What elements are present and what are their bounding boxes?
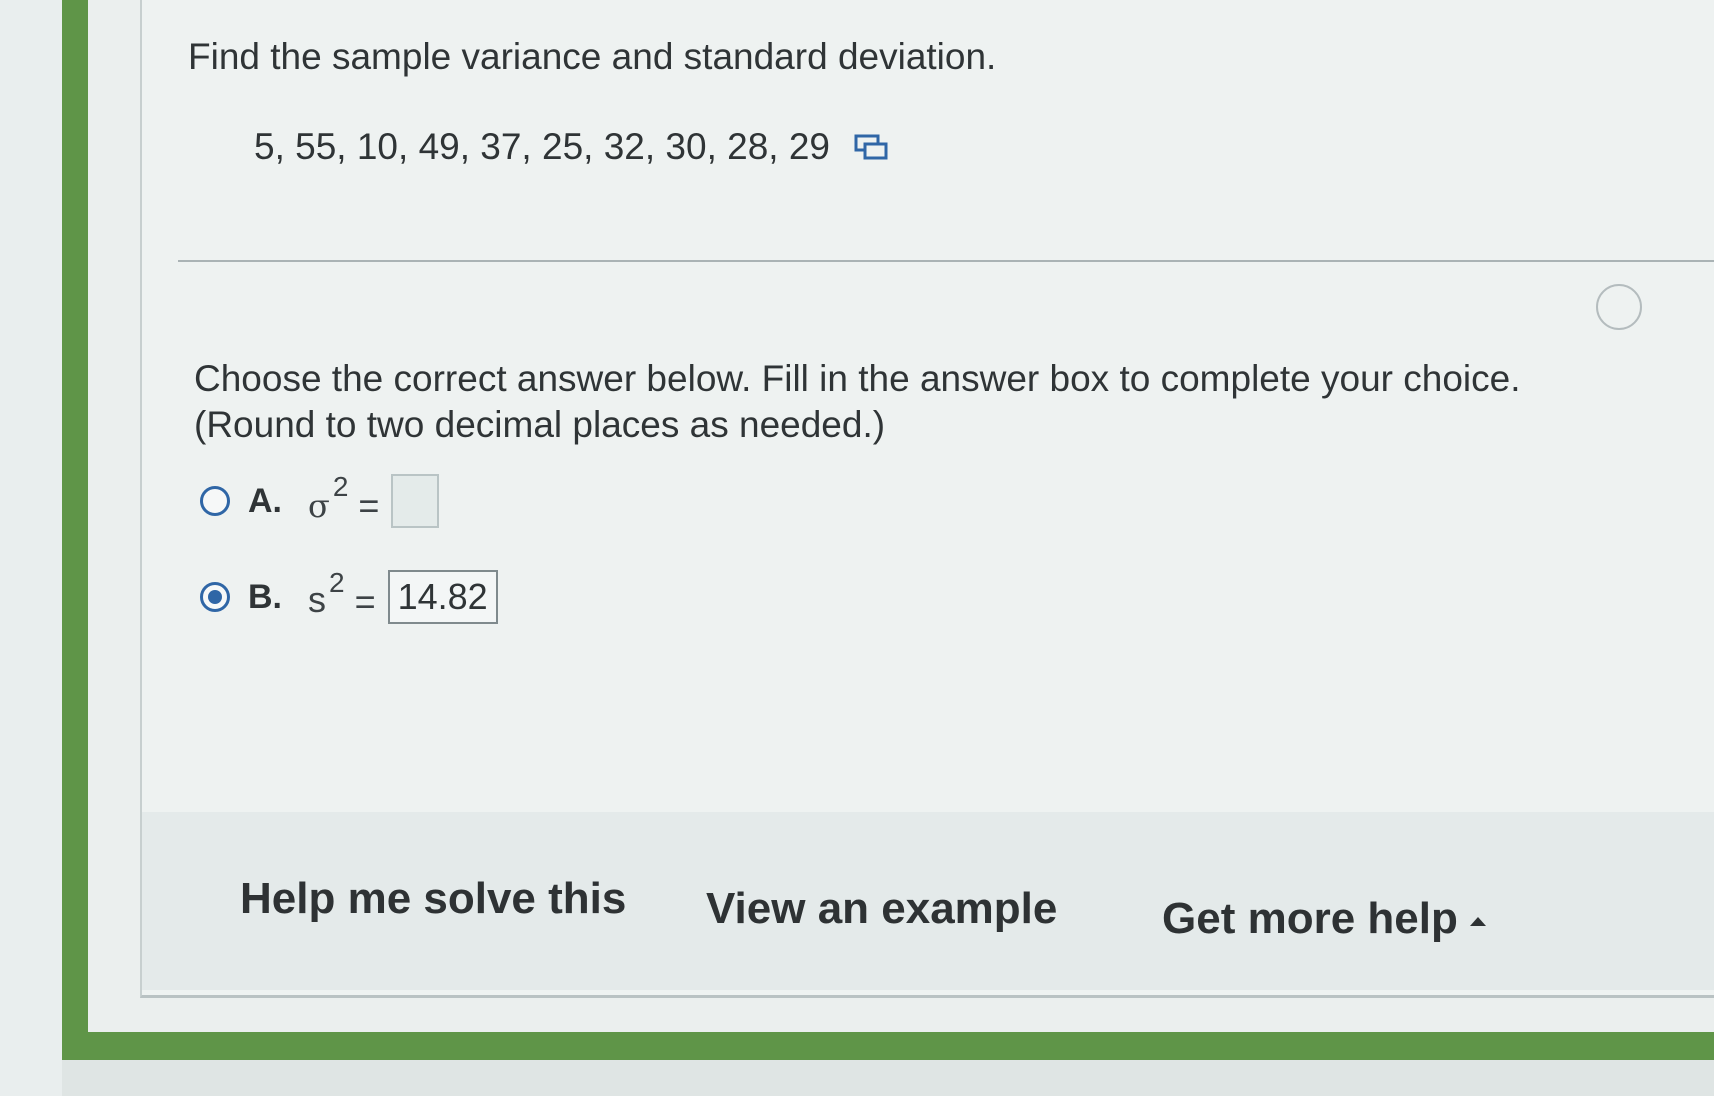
option-b-exponent: 2 xyxy=(329,567,345,598)
instructions-line-1: Choose the correct answer below. Fill in… xyxy=(194,358,1521,399)
screen: Find the sample variance and standard de… xyxy=(0,0,1714,1096)
content-area: Find the sample variance and standard de… xyxy=(88,0,1714,1032)
answer-box-a[interactable] xyxy=(391,474,440,528)
data-row: 5, 55, 10, 49, 37, 25, 32, 30, 28, 29 xyxy=(254,126,888,168)
help-footer: Help me solve this View an example Get m… xyxy=(142,812,1714,990)
answer-box-b[interactable]: 14.82 xyxy=(387,570,498,624)
left-strip xyxy=(0,0,62,1096)
option-a-expression: σ 2 = xyxy=(308,471,380,527)
get-more-help-label: Get more help xyxy=(1162,894,1458,943)
copy-data-icon[interactable] xyxy=(854,134,888,160)
option-b[interactable]: B. s 2 = 14.82 xyxy=(200,567,498,624)
option-b-expression: s 2 = xyxy=(308,567,376,623)
instructions: Choose the correct answer below. Fill in… xyxy=(194,356,1521,448)
option-a-exponent: 2 xyxy=(332,471,349,502)
option-a-letter: A. xyxy=(248,481,282,520)
question-title: Find the sample variance and standard de… xyxy=(188,36,997,77)
instructions-line-2: (Round to two decimal places as needed.) xyxy=(194,404,886,445)
radio-option-a[interactable] xyxy=(200,486,230,516)
question-panel: Find the sample variance and standard de… xyxy=(140,0,1714,998)
option-a-equals: = xyxy=(358,485,380,526)
view-example-button[interactable]: View an example xyxy=(706,884,1057,934)
caret-up-icon xyxy=(1469,916,1486,926)
divider xyxy=(178,260,1714,262)
data-values: 5, 55, 10, 49, 37, 25, 32, 30, 28, 29 xyxy=(254,126,831,167)
s-symbol: s xyxy=(308,579,326,620)
status-circle-icon xyxy=(1596,284,1642,330)
option-b-equals: = xyxy=(354,581,376,622)
option-b-letter: B. xyxy=(248,577,282,616)
help-me-solve-button[interactable]: Help me solve this xyxy=(240,874,626,924)
option-a[interactable]: A. σ 2 = xyxy=(200,471,440,528)
radio-option-b[interactable] xyxy=(200,582,230,612)
sigma-symbol: σ xyxy=(308,487,330,525)
get-more-help-button[interactable]: Get more help xyxy=(1162,894,1486,944)
